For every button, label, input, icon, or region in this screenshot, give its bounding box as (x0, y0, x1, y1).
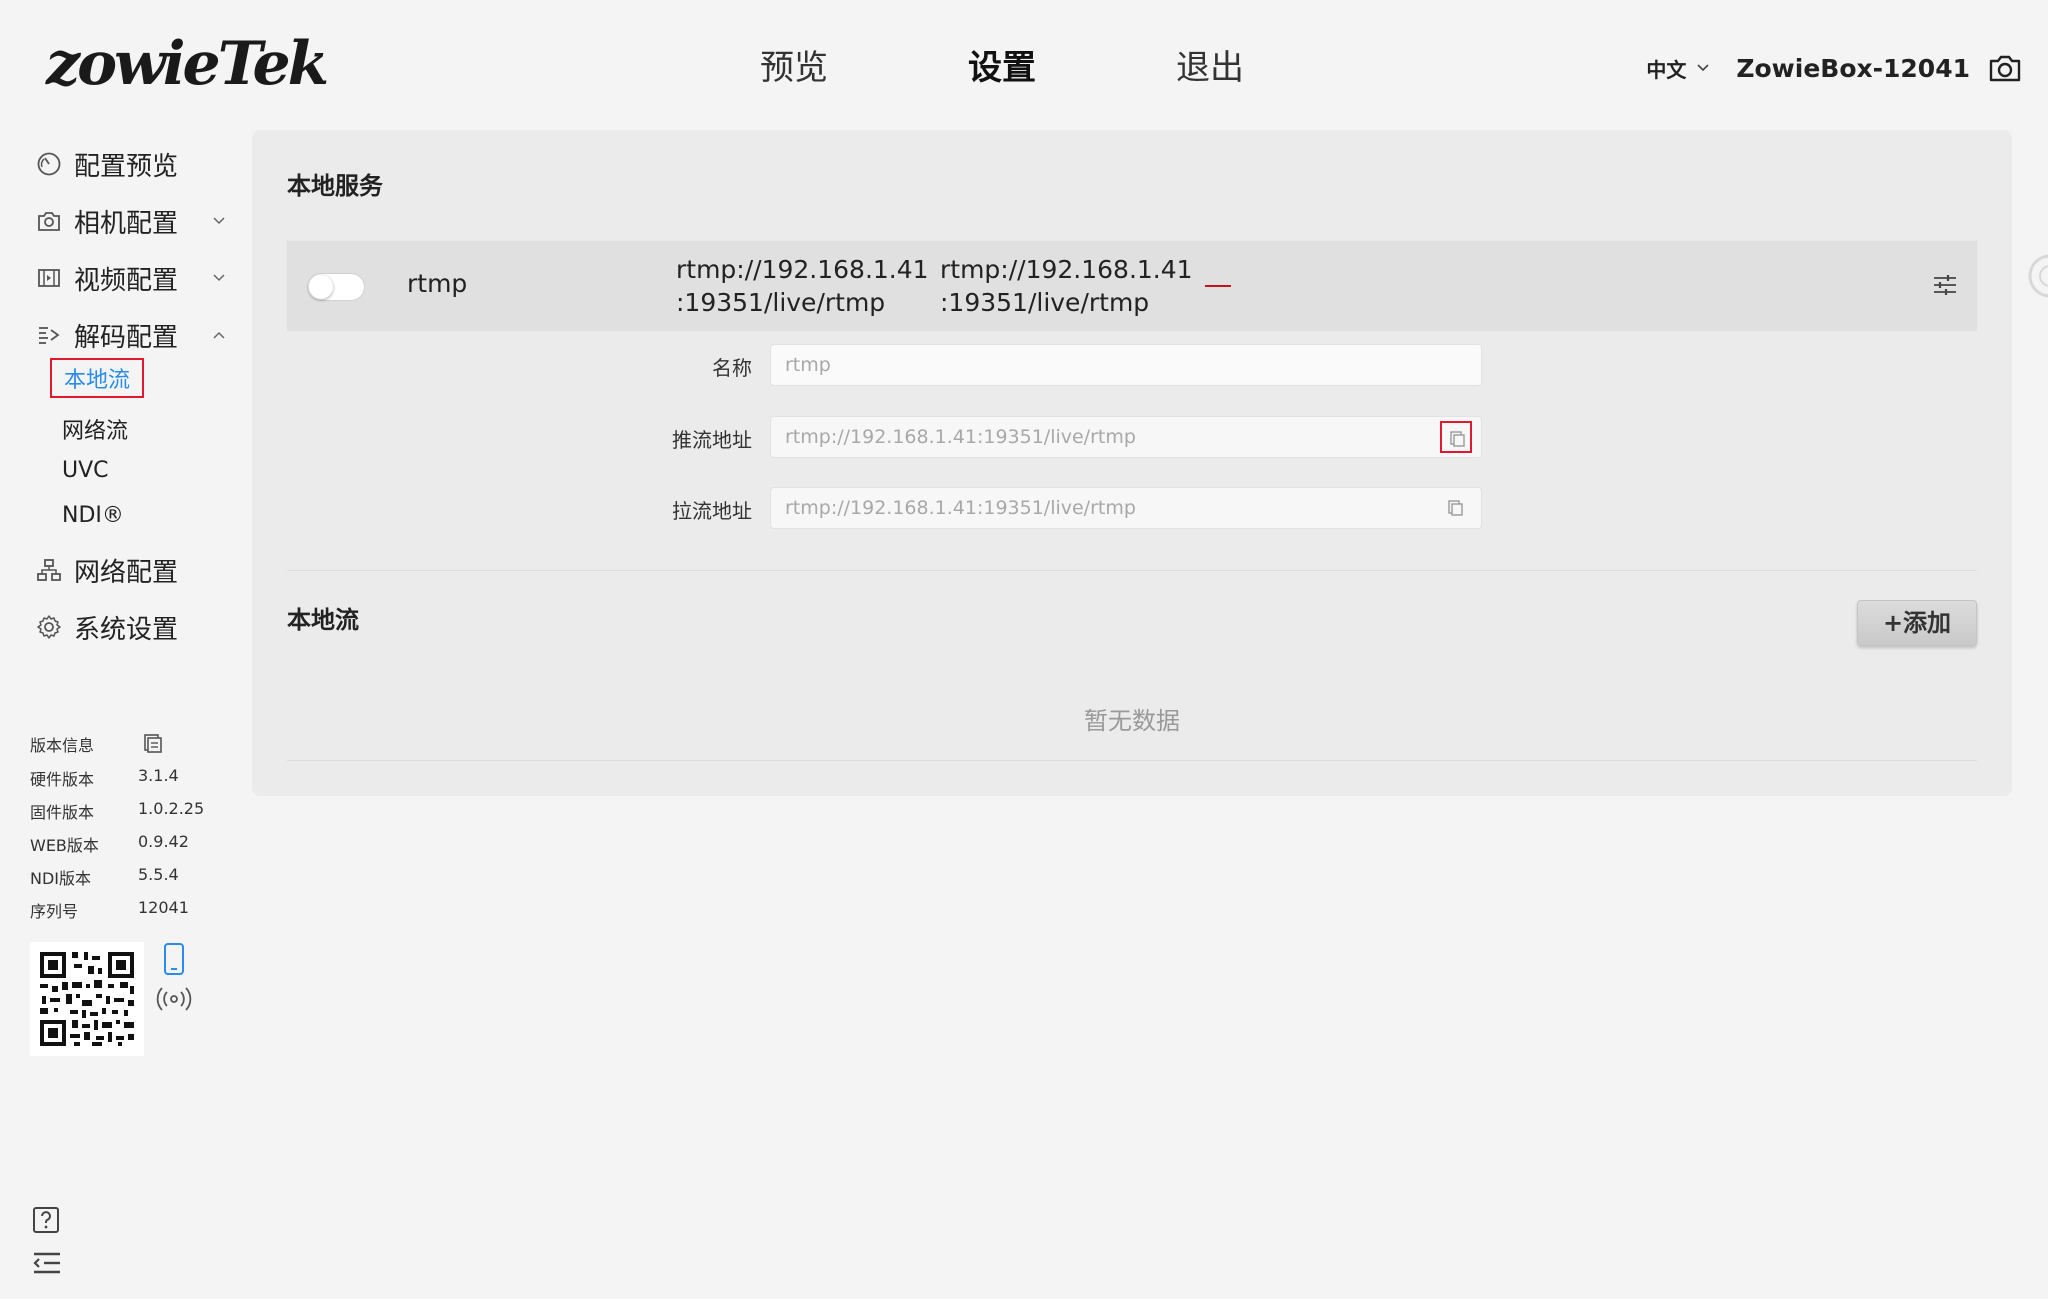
version-key: 序列号 (30, 902, 79, 921)
copy-icon[interactable] (142, 732, 164, 754)
copy-icon (1450, 431, 1465, 447)
sidebar-subitem-local-stream[interactable]: 本地流 (50, 358, 145, 398)
sidebar-item-label: 相机配置 (74, 208, 179, 239)
empty-data-text: 暂无数据 (1084, 707, 1180, 735)
zowietek-logo: zowieTek (46, 28, 346, 100)
name-label: 名称 (712, 356, 752, 380)
service-push-url-line1: rtmp://192.168.1.41 (676, 255, 929, 284)
header-right: 中文 ZowieBox-12041 (1646, 46, 2022, 90)
version-value: 5.5.4 (138, 865, 179, 884)
status-dash (1205, 285, 1231, 287)
nav-settings[interactable]: 设置 (968, 40, 1036, 96)
collapse-menu-icon[interactable] (32, 1250, 62, 1276)
table-bottom-line (287, 760, 1977, 761)
main-panel: 本地服务 rtmp rtmp://192.168.1.41 :19351/liv… (252, 130, 2012, 796)
service-pull-url-line1: rtmp://192.168.1.41 (940, 255, 1193, 284)
device-name: ZowieBox-12041 (1736, 53, 1970, 83)
qr-code (30, 942, 144, 1056)
local-stream-title: 本地流 (287, 606, 359, 634)
service-toggle[interactable] (307, 273, 365, 301)
name-input[interactable] (770, 344, 1482, 386)
camera-icon[interactable] (1988, 53, 2022, 83)
sidebar-item-decode-config[interactable]: 解码配置 (36, 313, 226, 357)
nav-logout[interactable]: 退出 (1176, 40, 1244, 96)
camera-icon (38, 212, 60, 231)
floating-handle-icon[interactable] (2026, 252, 2048, 300)
add-button[interactable]: +添加 (1857, 600, 1977, 646)
version-value: 1.0.2.25 (138, 799, 205, 818)
sliders-settings-icon[interactable] (1931, 271, 1959, 299)
chevron-down-icon (1697, 64, 1709, 72)
push-url-copy-button[interactable] (1440, 421, 1472, 453)
section-divider (287, 570, 1977, 571)
sidebar-subitem-network-stream[interactable]: 网络流 (62, 413, 128, 445)
service-push-url: rtmp://192.168.1.41 :19351/live/rtmp (676, 253, 929, 319)
sidebar-item-label: 解码配置 (74, 322, 179, 353)
network-icon (37, 559, 61, 581)
service-row: rtmp rtmp://192.168.1.41 :19351/live/rtm… (287, 241, 1977, 331)
broadcast-icon[interactable] (156, 984, 192, 1014)
sidebar-item-label: 配置预览 (74, 151, 179, 182)
service-pull-url-line2: :19351/live/rtmp (940, 288, 1150, 317)
local-service-title: 本地服务 (287, 172, 383, 200)
sidebar-item-config-preview[interactable]: 配置预览 (36, 142, 226, 186)
chevron-down-icon (213, 274, 225, 282)
version-value: 3.1.4 (138, 766, 179, 785)
gear-icon (37, 615, 61, 639)
logo-text: zowieTek (46, 29, 329, 99)
version-key: WEB版本 (30, 836, 99, 855)
sidebar-item-camera-config[interactable]: 相机配置 (36, 199, 226, 243)
chevron-up-icon (213, 331, 225, 339)
pull-url-copy-button[interactable] (1440, 492, 1472, 524)
version-key: 硬件版本 (30, 770, 95, 789)
version-title: 版本信息 (30, 736, 95, 755)
language-select[interactable]: 中文 (1646, 54, 1710, 83)
sidebar-subitem-uvc[interactable]: UVC (62, 458, 109, 483)
version-key: NDI版本 (30, 869, 92, 888)
service-push-url-line2: :19351/live/rtmp (676, 288, 886, 317)
push-url-input[interactable] (770, 416, 1482, 458)
sidebar-item-video-config[interactable]: 视频配置 (36, 256, 226, 300)
pull-url-label: 拉流地址 (672, 499, 752, 523)
pull-url-input[interactable] (770, 487, 1482, 529)
help-icon[interactable] (32, 1206, 60, 1234)
sidebar-item-system-settings[interactable]: 系统设置 (36, 605, 226, 649)
decode-icon (39, 327, 60, 344)
sidebar-item-label: 视频配置 (74, 265, 179, 296)
service-name: rtmp (407, 269, 468, 298)
chevron-down-icon (213, 217, 225, 225)
push-url-label: 推流地址 (672, 428, 752, 452)
copy-icon (1448, 500, 1463, 516)
version-value: 0.9.42 (138, 832, 189, 851)
gauge-icon (37, 152, 61, 176)
film-icon (38, 269, 60, 287)
language-label: 中文 (1646, 57, 1687, 82)
top-nav: 预览 设置 退出 (760, 40, 1244, 96)
nav-preview[interactable]: 预览 (760, 40, 828, 96)
toggle-knob (309, 275, 333, 299)
sidebar-item-label: 系统设置 (74, 614, 179, 645)
service-pull-url: rtmp://192.168.1.41 :19351/live/rtmp (940, 253, 1193, 319)
phone-icon[interactable] (162, 942, 186, 976)
sidebar-item-network-config[interactable]: 网络配置 (36, 548, 226, 592)
version-key: 固件版本 (30, 803, 95, 822)
sidebar-item-label: 网络配置 (74, 557, 179, 588)
sidebar-subitem-ndi[interactable]: NDI® (62, 503, 124, 528)
version-value: 12041 (138, 898, 189, 917)
